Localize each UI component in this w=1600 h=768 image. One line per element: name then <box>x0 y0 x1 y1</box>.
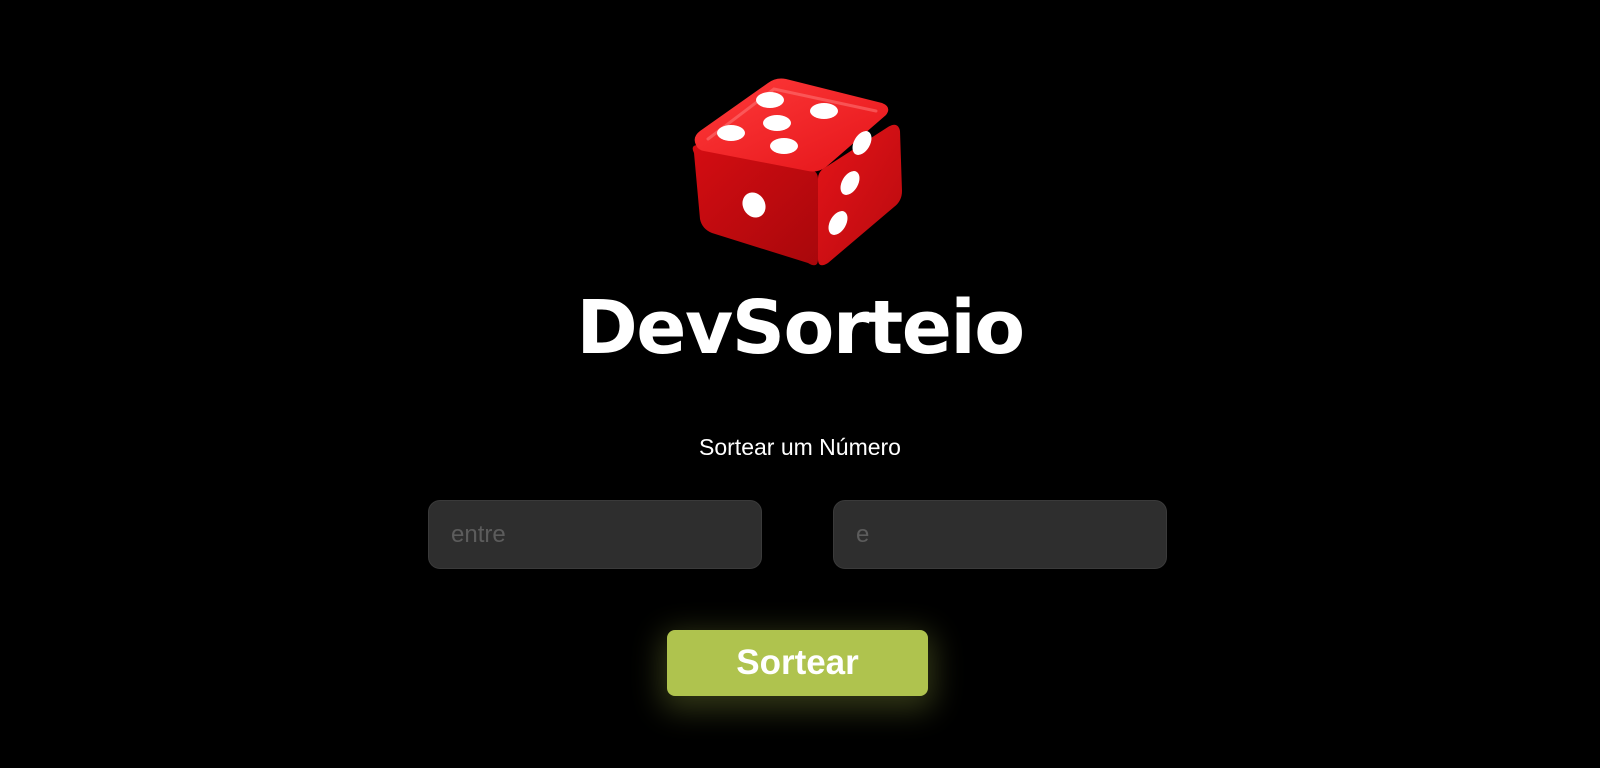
app-title: DevSorteio <box>576 285 1025 371</box>
dice-icon <box>692 78 902 266</box>
draw-button[interactable]: Sortear <box>667 630 928 696</box>
draw-number-heading: Sortear um Número <box>699 434 901 460</box>
min-number-input[interactable] <box>428 500 762 569</box>
max-number-input[interactable] <box>833 500 1167 569</box>
